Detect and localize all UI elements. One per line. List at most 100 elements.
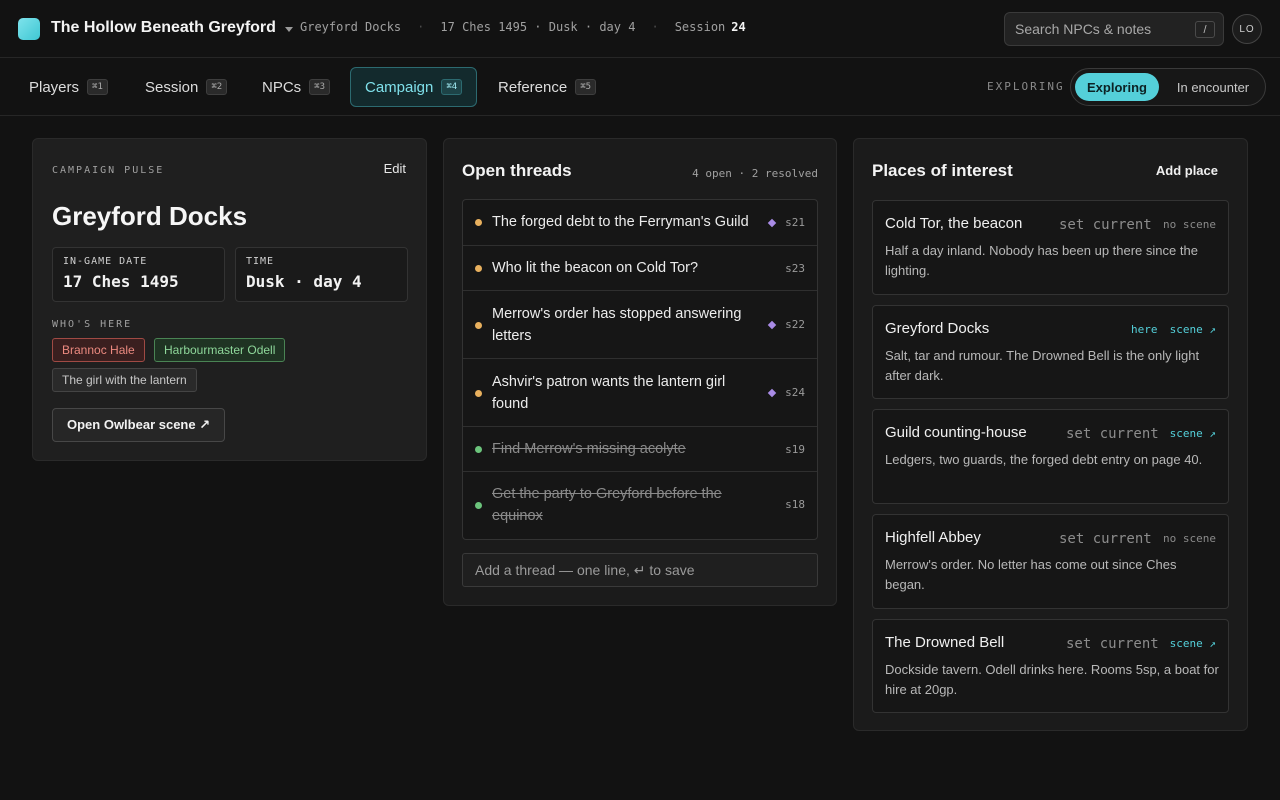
tab-players[interactable]: Players ⌘1 [15,67,122,107]
thread-item[interactable]: Find Merrow's missing acolyte s19 [463,427,817,472]
place-description: Ledgers, two guards, the forged debt ent… [885,452,1203,467]
open-status-dot [475,390,482,397]
mode-status-label: EXPLORING [987,80,1065,93]
place-item[interactable]: Highfell Abbey set current no scene Merr… [872,514,1229,609]
thread-list: The forged debt to the Ferryman's Guild … [462,199,818,540]
thread-text: The forged debt to the Ferryman's Guild [492,214,749,230]
npc-chip[interactable]: Harbourmaster Odell [154,338,286,362]
place-description: Merrow's order. No letter has come out s… [885,557,1177,592]
thread-item[interactable]: Ashvir's patron wants the lantern girl f… [463,359,817,427]
thread-session-ref: s19 [785,443,805,456]
thread-text: Who lit the beacon on Cold Tor? [492,260,699,276]
set-current-button[interactable]: set current [1066,426,1159,442]
mode-encounter-button[interactable]: In encounter [1165,73,1261,101]
place-name: Cold Tor, the beacon [885,215,1023,232]
set-current-button[interactable]: set current [1066,636,1159,652]
tab-shortcut: ⌘3 [309,79,331,95]
place-name: Guild counting-house [885,424,1027,441]
chevron-down-icon [284,26,293,32]
campaign-switcher[interactable]: The Hollow Beneath Greyford [51,19,293,37]
threads-count: 4 open · 2 resolved [692,167,818,180]
add-place-button[interactable]: Add place [1156,163,1218,178]
open-threads-card: Open threads 4 open · 2 resolved The for… [443,138,837,606]
edit-button[interactable]: Edit [384,161,406,176]
crumb-separator: · [417,20,425,34]
in-game-date-box: IN-GAME DATE 17 Ches 1495 [52,247,225,302]
time-value: Dusk · day 4 [246,272,362,291]
tab-label: Session [145,78,199,96]
thread-item[interactable]: The forged debt to the Ferryman's Guild … [463,200,817,246]
tab-npcs[interactable]: NPCs ⌘3 [248,67,344,107]
open-status-dot [475,265,482,272]
scene-status: no scene [1163,532,1216,545]
campaign-pulse-card: CAMPAIGN PULSE Edit Greyford Docks IN-GA… [32,138,427,461]
place-name: Highfell Abbey [885,529,981,546]
tab-label: NPCs [262,78,302,96]
app-logo[interactable] [18,18,40,40]
places-card: Places of interest Add place Cold Tor, t… [853,138,1248,731]
pulse-eyebrow: CAMPAIGN PULSE [52,165,165,176]
search-input[interactable] [1015,21,1185,37]
thread-text: Ashvir's patron wants the lantern girl f… [492,374,726,412]
set-current-button[interactable]: set current [1059,531,1152,547]
tab-reference[interactable]: Reference ⌘5 [484,67,610,107]
tab-shortcut: ⌘1 [87,79,108,95]
avatar[interactable]: LO [1232,14,1262,44]
thread-session-ref: s22 [785,318,805,331]
tab-shortcut: ⌘5 [575,79,597,95]
thread-text: Merrow's order has stopped answering let… [492,306,742,344]
tab-label: Reference [498,78,568,96]
place-name: Greyford Docks [885,320,990,337]
thread-text: Get the party to Greyford before the equ… [492,486,722,524]
current-place-title: Greyford Docks [52,201,248,231]
tab-campaign[interactable]: Campaign ⌘4 [350,67,478,107]
tab-label: Players [29,78,80,96]
place-item[interactable]: Cold Tor, the beacon set current no scen… [872,200,1229,295]
open-scene-link[interactable]: scene ↗ [1170,637,1216,650]
thread-item[interactable]: Get the party to Greyford before the equ… [463,472,817,539]
place-description: Salt, tar and rumour. The Drowned Bell i… [885,348,1200,383]
add-thread-field[interactable] [462,553,818,587]
open-scene-link[interactable]: scene ↗ [1170,323,1216,336]
crumb-separator: · [651,20,659,34]
campaign-title: The Hollow Beneath Greyford [51,19,276,36]
thread-session-ref: s21 [785,216,805,229]
place-item[interactable]: Greyford Docks here scene ↗ Salt, tar an… [872,305,1229,399]
set-current-button[interactable]: set current [1059,217,1152,233]
thread-session-ref: s23 [785,262,805,275]
open-scene-link[interactable]: scene ↗ [1170,427,1216,440]
resolved-status-dot [475,446,482,453]
whos-here-label: WHO'S HERE [52,319,133,330]
place-description: Dockside tavern. Odell drinks here. Room… [885,662,1219,697]
add-thread-input[interactable] [475,562,805,578]
place-item[interactable]: The Drowned Bell set current scene ↗ Doc… [872,619,1229,713]
search-box[interactable]: / [1004,12,1224,46]
open-owlbear-scene-button[interactable]: Open Owlbear scene ↗ [52,408,226,442]
open-status-dot [475,219,482,226]
thread-item[interactable]: Merrow's order has stopped answering let… [463,291,817,359]
crumb-time: 17 Ches 1495 · Dusk · day 4 [440,20,636,34]
thread-item[interactable]: Who lit the beacon on Cold Tor? s23 [463,246,817,291]
place-name: The Drowned Bell [885,634,1005,651]
search-shortcut-key: / [1195,21,1215,38]
place-item[interactable]: Guild counting-house set current scene ↗… [872,409,1229,504]
time-label: TIME [246,256,275,267]
date-label: IN-GAME DATE [63,256,148,267]
mode-toggle: Exploring In encounter [1070,68,1266,106]
npc-chip[interactable]: Brannoc Hale [52,338,145,362]
breadcrumb: Greyford Docks · 17 Ches 1495 · Dusk · d… [300,20,746,34]
diamond-icon [767,320,777,330]
time-box: TIME Dusk · day 4 [235,247,408,302]
resolved-status-dot [475,502,482,509]
place-description: Half a day inland. Nobody has been up th… [885,243,1198,278]
tab-label: Campaign [365,78,434,96]
scene-status: no scene [1163,218,1216,231]
thread-session-ref: s18 [785,498,805,511]
tab-session[interactable]: Session ⌘2 [131,67,241,107]
thread-text: Find Merrow's missing acolyte [492,441,686,457]
crumb-session-number: 24 [731,20,746,34]
open-status-dot [475,322,482,329]
diamond-icon [767,218,777,228]
npc-chip[interactable]: The girl with the lantern [52,368,197,392]
mode-exploring-button[interactable]: Exploring [1075,73,1159,101]
